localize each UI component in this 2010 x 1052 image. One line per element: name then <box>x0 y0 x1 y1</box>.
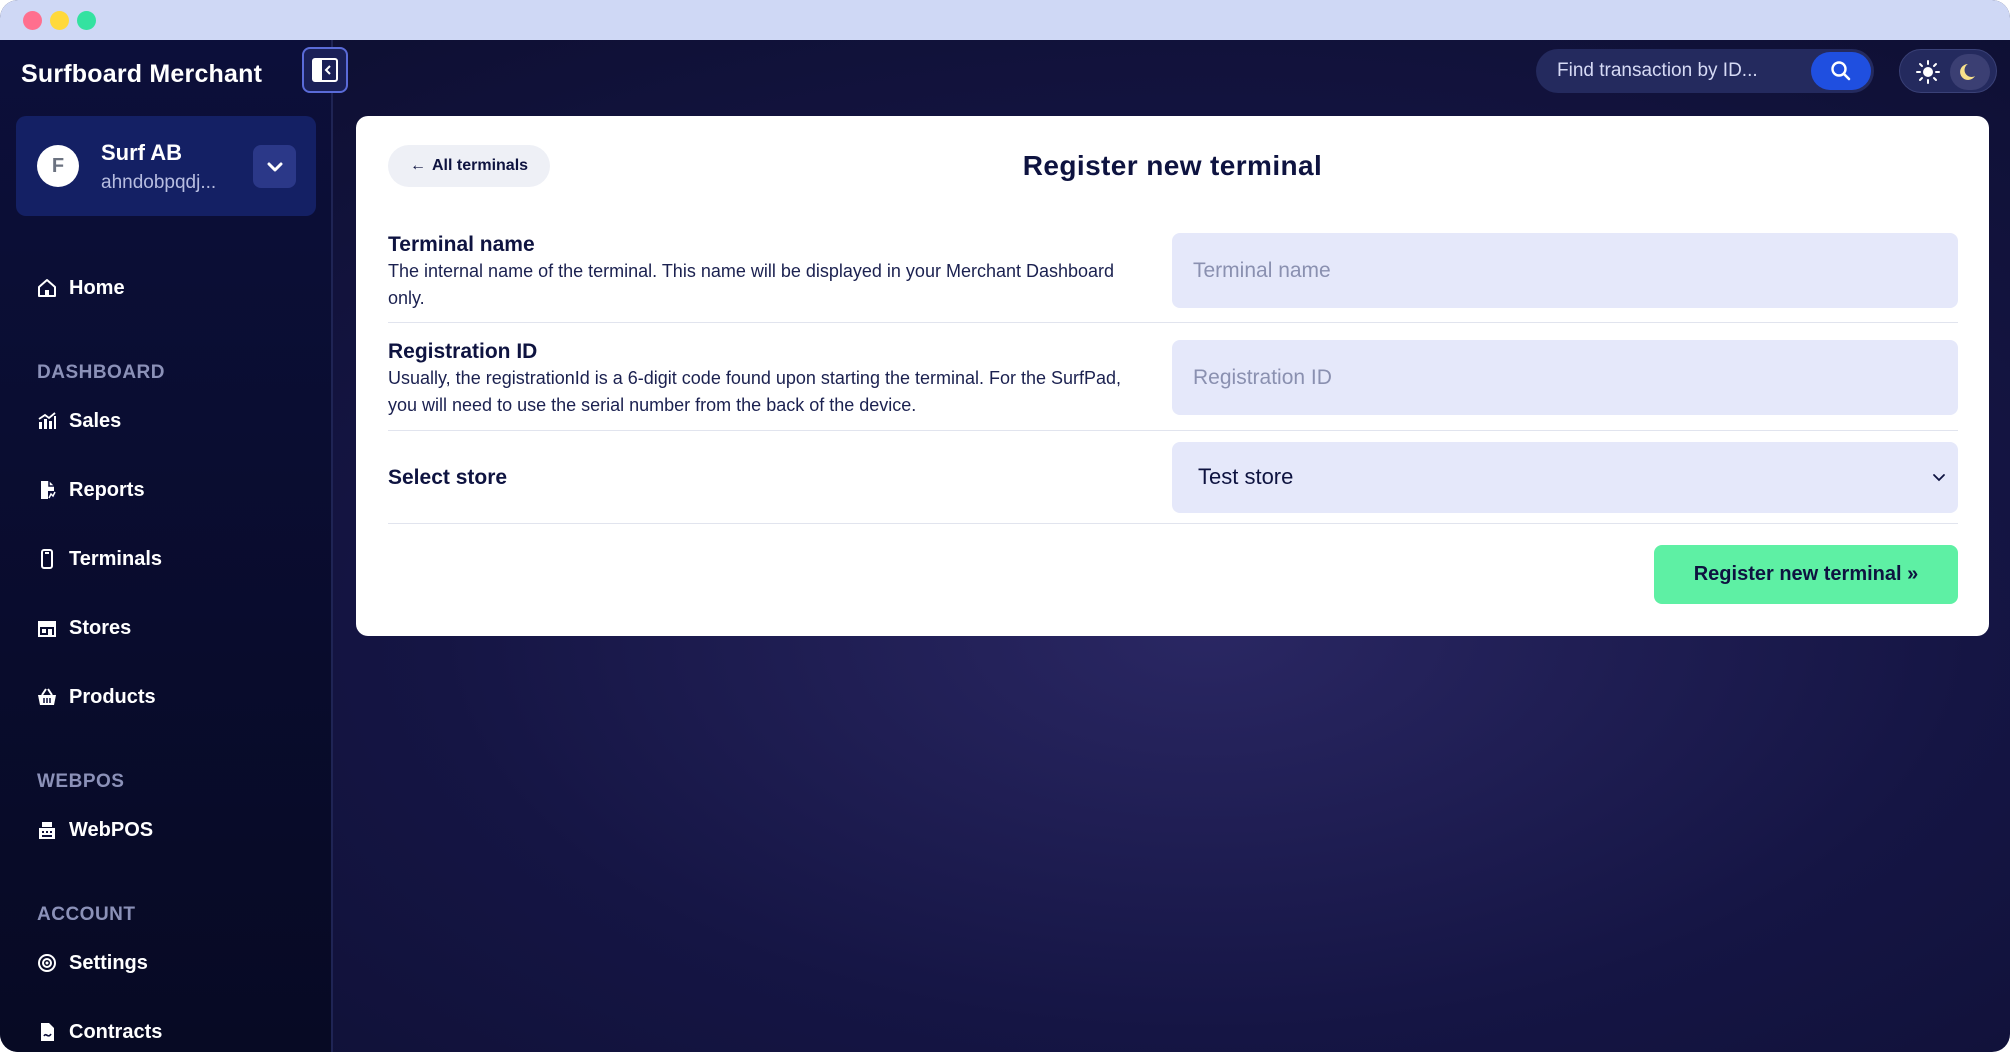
sun-icon[interactable] <box>1914 58 1942 86</box>
terminal-name-input[interactable] <box>1172 233 1958 308</box>
sidebar-item-webpos[interactable]: WebPOS <box>36 815 153 845</box>
register-icon <box>36 819 58 841</box>
sidebar-item-sales[interactable]: Sales <box>36 406 121 436</box>
chart-icon <box>36 410 58 432</box>
sidebar-item-label: Stores <box>69 616 132 639</box>
chevron-down-icon <box>267 162 282 171</box>
account-name: Surf AB <box>101 140 183 165</box>
account-dropdown-button[interactable] <box>253 145 296 188</box>
section-dashboard: DASHBOARD <box>37 362 165 383</box>
home-icon <box>36 277 58 299</box>
theme-toggle[interactable] <box>1899 49 1997 93</box>
search-icon <box>1831 61 1851 81</box>
avatar: F <box>37 145 79 187</box>
registration-id-label: Registration ID <box>388 340 538 363</box>
sidebar-item-label: Products <box>69 685 156 708</box>
sidebar-item-label: Sales <box>69 409 122 432</box>
account-switcher[interactable]: F Surf AB ahndobpqdj... <box>16 116 316 216</box>
sidebar-item-terminals[interactable]: Terminals <box>36 544 162 574</box>
minimize-window-button[interactable] <box>50 11 69 30</box>
contract-icon <box>36 1021 58 1043</box>
maximize-window-button[interactable] <box>77 11 96 30</box>
sidebar-item-contracts[interactable]: Contracts <box>36 1017 162 1047</box>
terminal-icon <box>36 548 58 570</box>
sidebar-item-label: Terminals <box>69 547 162 570</box>
divider <box>388 523 1958 524</box>
sidebar-item-settings[interactable]: Settings <box>36 948 148 978</box>
divider <box>388 322 1958 323</box>
sidebar: Surfboard Merchant F Surf AB ahndobpqdj.… <box>0 40 333 1052</box>
terminal-name-description: The internal name of the terminal. This … <box>388 261 1115 308</box>
registration-id-description: Usually, the registrationId is a 6-digit… <box>388 368 1122 415</box>
sidebar-item-label: Home <box>69 276 125 299</box>
sidebar-item-label: WebPOS <box>69 818 154 841</box>
store-select[interactable]: Test store <box>1172 442 1958 513</box>
sidebar-item-label: Reports <box>69 478 145 501</box>
terminal-name-label: Terminal name <box>388 233 535 256</box>
section-account: ACCOUNT <box>37 904 136 925</box>
sidebar-toggle-icon <box>312 58 338 82</box>
app-window: Surfboard Merchant F Surf AB ahndobpqdj.… <box>0 0 2010 1052</box>
collapse-sidebar-button[interactable] <box>302 47 348 93</box>
settings-icon <box>36 952 58 974</box>
sidebar-item-products[interactable]: Products <box>36 682 156 712</box>
sidebar-item-label: Settings <box>69 951 148 974</box>
moon-icon[interactable] <box>1950 54 1990 90</box>
section-webpos: WEBPOS <box>37 771 125 792</box>
sidebar-item-reports[interactable]: Reports <box>36 475 145 505</box>
page-title: Register new terminal <box>1022 150 1323 181</box>
search-button[interactable] <box>1811 52 1871 90</box>
report-icon <box>36 479 58 501</box>
chevron-down-icon <box>1932 469 1946 487</box>
store-select-value: Test store <box>1198 464 1294 489</box>
sidebar-item-stores[interactable]: Stores <box>36 613 131 643</box>
register-terminal-button[interactable]: Register new terminal » <box>1654 545 1958 604</box>
title-bar <box>0 0 2010 40</box>
sidebar-item-label: Contracts <box>69 1020 163 1043</box>
transaction-search <box>1536 49 1874 93</box>
store-icon <box>36 617 58 639</box>
sidebar-item-home[interactable]: Home <box>36 273 125 303</box>
register-terminal-card: ← All terminals Register new terminal Te… <box>356 116 1989 636</box>
basket-icon <box>36 686 58 708</box>
registration-id-input[interactable] <box>1172 340 1958 415</box>
select-store-label: Select store <box>388 466 508 489</box>
brand-title: Surfboard Merchant <box>21 60 263 88</box>
divider <box>388 430 1958 431</box>
close-window-button[interactable] <box>23 11 42 30</box>
account-id: ahndobpqdj... <box>101 172 217 193</box>
search-input[interactable] <box>1557 49 1797 93</box>
